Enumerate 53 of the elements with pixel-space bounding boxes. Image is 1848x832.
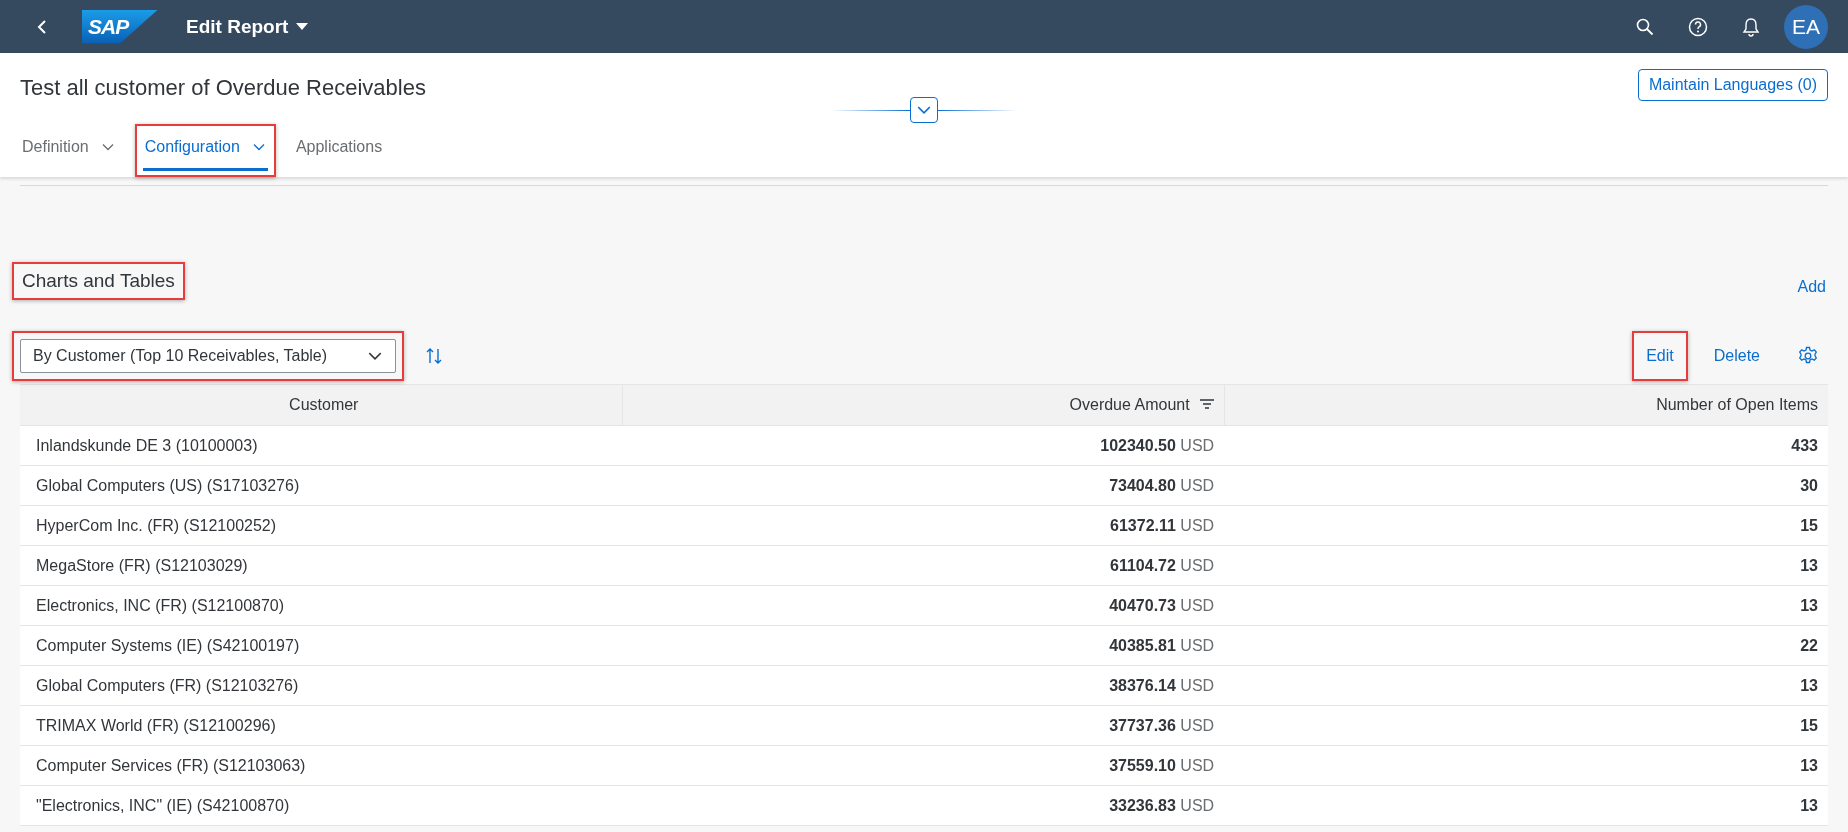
- table-cell: Electronics, INC (FR) (S12100870): [36, 596, 285, 614]
- table-cell: 30: [1800, 476, 1818, 494]
- maintain-languages-button[interactable]: Maintain Languages (0): [1637, 69, 1828, 101]
- table-cell: TRIMAX World (FR) (S12100296): [36, 716, 276, 734]
- add-link[interactable]: Add: [1795, 274, 1828, 300]
- tab[interactable]: Configuration: [142, 130, 268, 171]
- app-title-menu[interactable]: Edit Report: [186, 15, 309, 38]
- table-cell: 13: [1800, 556, 1818, 574]
- amount-cell: 40385.81 USD: [1109, 636, 1215, 654]
- column-header[interactable]: Number of Open Items: [1656, 396, 1818, 414]
- table-cell: HyperCom Inc. (FR) (S12100252): [36, 516, 277, 534]
- table-cell: Global Computers (FR) (S12103276): [36, 676, 299, 694]
- amount-cell: 73404.80 USD: [1109, 476, 1215, 494]
- table-cell: Computer Services (FR) (S12103063): [36, 756, 306, 774]
- section-title: Charts and Tables: [22, 270, 175, 292]
- amount-cell: 38376.14 USD: [1109, 676, 1215, 694]
- amount-cell: 37559.10 USD: [1109, 756, 1215, 774]
- table-cell: Global Computers (US) (S17103276): [36, 476, 300, 494]
- table-cell: 13: [1800, 596, 1818, 614]
- help-icon: [1688, 16, 1708, 37]
- amount-cell: 40470.73 USD: [1109, 596, 1215, 614]
- filter-lines-icon: [1199, 399, 1214, 411]
- amount-cell: 37737.36 USD: [1109, 716, 1215, 734]
- table-cell: 15: [1800, 716, 1818, 734]
- page-title: Test all customer of Overdue Receivables: [20, 75, 426, 101]
- variant-select[interactable]: By Customer (Top 10 Receivables, Table): [20, 339, 397, 373]
- logo: SAP: [82, 9, 158, 44]
- caret-icon: [296, 22, 309, 31]
- amount-cell: 33236.83 USD: [1109, 796, 1215, 814]
- collapse-header-button[interactable]: [910, 97, 938, 123]
- search-icon: [1636, 17, 1654, 36]
- amount-cell: 61104.72 USD: [1110, 556, 1215, 574]
- table-cell: 15: [1800, 516, 1818, 534]
- tab[interactable]: Definition: [20, 130, 117, 171]
- table-cell: Inlandskunde DE 3 (10100003): [36, 436, 258, 454]
- column-header[interactable]: Customer: [289, 396, 359, 414]
- table-cell: 13: [1800, 796, 1818, 814]
- table-cell: MegaStore (FR) (S12103029): [36, 556, 248, 574]
- tab[interactable]: Applications: [293, 130, 385, 171]
- table-cell: Computer Systems (IE) (S42100197): [36, 636, 300, 654]
- table-cell: 433: [1791, 436, 1818, 454]
- amount-cell: 61372.11 USD: [1110, 516, 1215, 534]
- settings-icon: [1798, 346, 1818, 366]
- user-avatar[interactable]: EA: [1784, 4, 1828, 49]
- action-link[interactable]: Edit: [1644, 343, 1676, 369]
- table-cell: 13: [1800, 676, 1818, 694]
- table-cell: 22: [1800, 636, 1818, 654]
- amount-cell: 102340.50 USD: [1100, 436, 1215, 454]
- table-cell: "Electronics, INC" (IE) (S42100870): [36, 796, 290, 814]
- column-header[interactable]: Overdue Amount: [1069, 396, 1214, 414]
- action-link[interactable]: Delete: [1711, 343, 1762, 369]
- table-cell: 13: [1800, 756, 1818, 774]
- bell-icon: [1742, 16, 1760, 37]
